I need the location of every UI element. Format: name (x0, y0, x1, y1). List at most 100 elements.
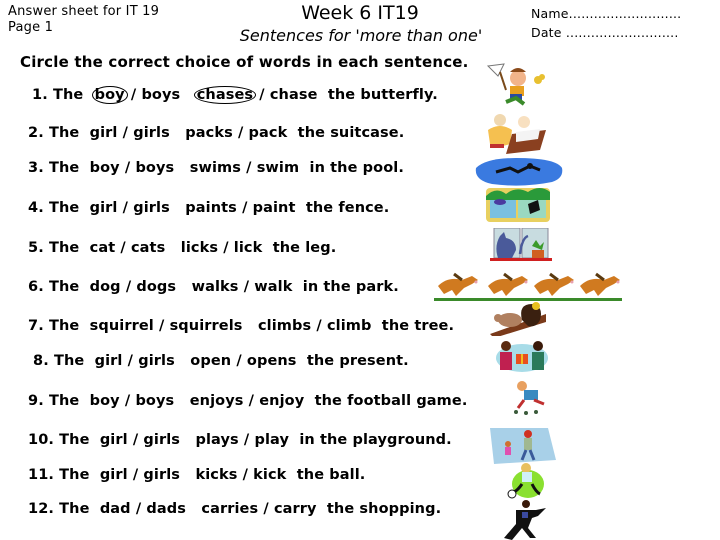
sentence-lead: The (48, 393, 80, 409)
choice-verb-b[interactable]: walk (254, 279, 292, 295)
choice-verb-a[interactable]: carries (201, 501, 258, 517)
choice-verb-a[interactable]: kicks (195, 467, 237, 483)
choice-verb-b[interactable]: opens (247, 353, 297, 369)
choice-plural-noun[interactable]: girls (133, 125, 170, 141)
choice-verb-a[interactable]: paints (185, 200, 237, 216)
choice-separator: / (122, 200, 129, 216)
choice-plural-noun[interactable]: dogs (136, 279, 176, 295)
sentence-row: 1. The boy / boys chases / chase the but… (32, 86, 438, 104)
choice-separator: / (263, 501, 269, 517)
choice-singular-noun[interactable]: boy (90, 393, 120, 409)
dogs-walking-park-image (434, 272, 622, 301)
choice-verb-a[interactable]: enjoys (190, 393, 244, 409)
choice-verb-a[interactable]: plays (195, 432, 238, 448)
sentence-row: 7. The squirrel / squirrels climbs / cli… (28, 318, 454, 334)
choice-plural-noun[interactable]: boys (135, 393, 174, 409)
sentence-number: 11. (28, 467, 54, 483)
choice-verb-a[interactable]: packs (185, 125, 233, 141)
choice-separator: / (243, 432, 250, 448)
choice-plural-noun[interactable]: dads (146, 501, 186, 517)
sentence-row: 5. The cat / cats licks / lick the leg. (28, 240, 336, 256)
sentence-lead: The (48, 318, 80, 334)
choice-separator: / (242, 200, 248, 216)
choice-separator: / (248, 393, 255, 409)
choice-separator: / (132, 467, 139, 483)
sentence-lead: The (48, 125, 80, 141)
choice-singular-noun[interactable]: girl (100, 467, 128, 483)
choice-separator: / (124, 160, 131, 176)
sentence-tail: in the park. (302, 279, 399, 295)
choice-plural-noun[interactable]: girls (138, 353, 175, 369)
girls-opening-present-image (496, 341, 548, 372)
choice-separator: / (127, 353, 134, 369)
choice-verb-b[interactable]: paint (253, 200, 296, 216)
sentence-tail: the present. (306, 353, 409, 369)
choice-plural-noun[interactable]: girls (143, 432, 180, 448)
sentence-row: 8. The girl / girls open / opens the pre… (33, 353, 409, 369)
choice-separator: / (223, 240, 229, 256)
sentence-number: 7. (28, 318, 44, 334)
sentence-tail: the suitcase. (297, 125, 405, 141)
choice-plural-noun[interactable]: boys (135, 160, 174, 176)
choice-singular-noun[interactable]: boy (91, 86, 128, 104)
choice-verb-b[interactable]: kick (253, 467, 286, 483)
girl-kicking-ball-image (507, 463, 544, 499)
sentence-row: 12. The dad / dads carries / carry the s… (28, 501, 441, 517)
sentence-number: 6. (28, 279, 44, 295)
sentence-row: 3. The boy / boys swims / swim in the po… (28, 160, 404, 176)
sentence-tail: in the playground. (299, 432, 452, 448)
choice-singular-noun[interactable]: girl (95, 353, 123, 369)
choice-plural-noun[interactable]: squirrels (170, 318, 243, 334)
sentence-lead: The (48, 160, 80, 176)
choice-singular-noun[interactable]: cat (90, 240, 116, 256)
date-field[interactable]: Date ........................... (531, 23, 681, 42)
choice-verb-b[interactable]: pack (249, 125, 288, 141)
choice-plural-noun[interactable]: girls (133, 200, 170, 216)
choice-singular-noun[interactable]: dog (90, 279, 121, 295)
choice-plural-noun[interactable]: boys (141, 87, 180, 103)
sentence-lead: The (53, 353, 85, 369)
dad-carrying-shopping-image (504, 500, 546, 540)
choice-separator: / (120, 240, 126, 256)
name-field[interactable]: Name........................... (531, 4, 681, 23)
choice-verb-b[interactable]: climb (327, 318, 372, 334)
choice-verb-b[interactable]: swim (257, 160, 300, 176)
choice-separator: / (237, 125, 244, 141)
squirrel-climbing-tree-image (490, 302, 546, 336)
choice-verb-b[interactable]: chase (270, 87, 318, 103)
choice-verb-a[interactable]: open (190, 353, 231, 369)
sentence-number: 10. (28, 432, 54, 448)
sentence-number: 8. (33, 353, 49, 369)
sentence-lead: The (48, 279, 80, 295)
choice-verb-b[interactable]: enjoy (259, 393, 304, 409)
choice-plural-noun[interactable]: cats (131, 240, 165, 256)
choice-verb-b[interactable]: carry (274, 501, 317, 517)
choice-separator: / (259, 87, 265, 103)
choice-verb-a[interactable]: climbs (258, 318, 311, 334)
sentence-tail: the butterfly. (327, 87, 438, 103)
sentence-lead: The (48, 240, 80, 256)
sentence-tail: the ball. (296, 467, 366, 483)
sentence-tail: the tree. (381, 318, 455, 334)
choice-verb-a[interactable]: chases (193, 86, 257, 104)
choice-singular-noun[interactable]: dad (100, 501, 131, 517)
sentence-number: 9. (28, 393, 44, 409)
choice-singular-noun[interactable]: girl (90, 125, 118, 141)
choice-singular-noun[interactable]: girl (90, 200, 118, 216)
choice-singular-noun[interactable]: girl (100, 432, 128, 448)
choice-plural-noun[interactable]: girls (143, 467, 180, 483)
sentence-number: 2. (28, 125, 44, 141)
choice-separator: / (122, 125, 129, 141)
choice-verb-a[interactable]: walks (192, 279, 239, 295)
choice-verb-b[interactable]: play (254, 432, 289, 448)
boy-chasing-butterfly-image (486, 63, 545, 106)
sentence-row: 4. The girl / girls paints / paint the f… (28, 200, 389, 216)
choice-singular-noun[interactable]: boy (90, 160, 120, 176)
choice-verb-a[interactable]: swims (190, 160, 241, 176)
sentence-lead: The (59, 501, 90, 517)
choice-separator: / (124, 393, 131, 409)
choice-verb-a[interactable]: licks (181, 240, 218, 256)
choice-singular-noun[interactable]: squirrel (90, 318, 154, 334)
choice-separator: / (243, 279, 250, 295)
choice-verb-b[interactable]: lick (234, 240, 263, 256)
